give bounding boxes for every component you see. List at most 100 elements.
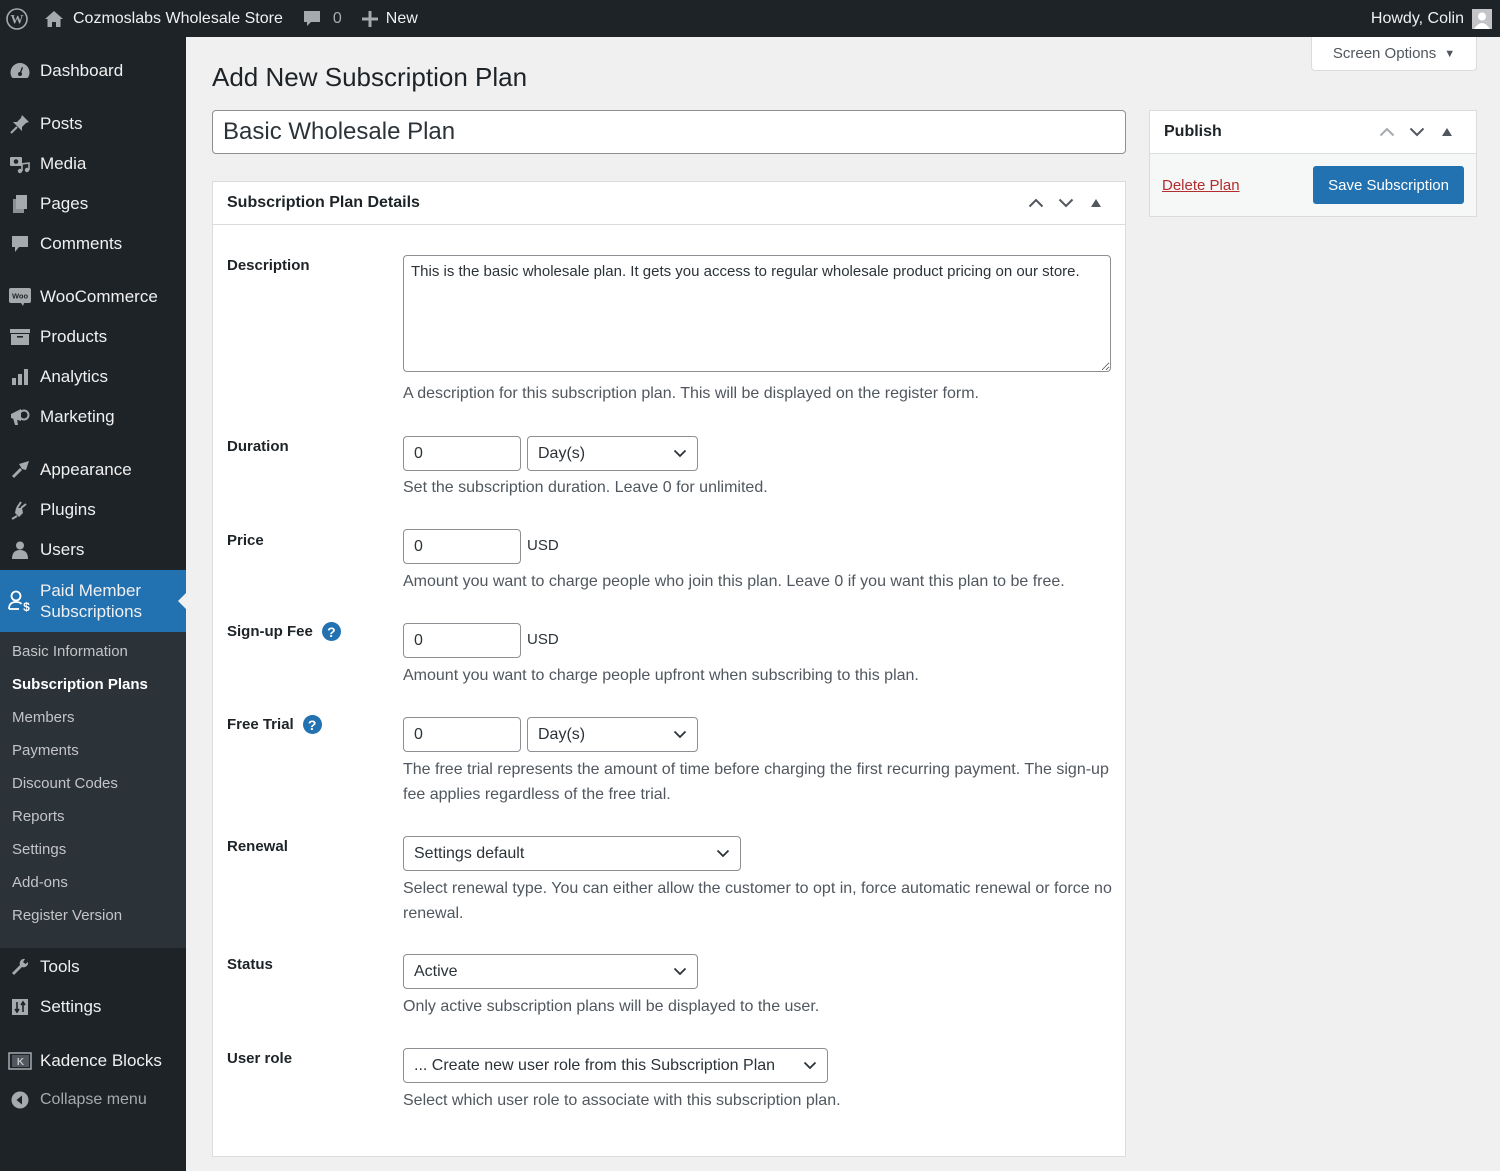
free-trial-unit-select[interactable]: Day(s) bbox=[527, 717, 698, 752]
greeting: Howdy, Colin bbox=[1370, 9, 1464, 27]
duration-unit-value: Day(s) bbox=[538, 444, 586, 462]
sidebar-item-tools[interactable]: Tools bbox=[0, 947, 186, 987]
free-trial-label: Free Trial ? bbox=[227, 715, 322, 734]
duration-unit-select[interactable]: Day(s) bbox=[527, 436, 698, 471]
sidebar-item-posts[interactable]: Posts bbox=[0, 104, 186, 144]
duration-help: Set the subscription duration. Leave 0 f… bbox=[403, 479, 768, 496]
delete-plan-link[interactable]: Delete Plan bbox=[1162, 177, 1240, 194]
move-down-button[interactable] bbox=[1051, 188, 1081, 218]
help-icon[interactable]: ? bbox=[302, 715, 322, 734]
woo-icon: Woo bbox=[0, 287, 40, 307]
wordpress-logo-icon: W bbox=[6, 7, 28, 30]
member-dollar-icon: $ bbox=[0, 589, 40, 613]
wordpress-logo-button[interactable]: W bbox=[0, 0, 36, 37]
status-select[interactable]: Active bbox=[403, 954, 698, 989]
status-help: Only active subscription plans will be d… bbox=[403, 998, 820, 1015]
sidebar-item-plugins[interactable]: Plugins bbox=[0, 490, 186, 530]
svg-text:$: $ bbox=[23, 600, 30, 613]
description-label: Description bbox=[227, 257, 310, 274]
user-role-value: ... Create new user role from this Subsc… bbox=[414, 1056, 776, 1074]
media-icon bbox=[0, 154, 40, 174]
site-name-link[interactable]: Cozmoslabs Wholesale Store bbox=[36, 0, 293, 37]
submenu-item-basic-information[interactable]: Basic Information bbox=[12, 643, 128, 660]
sliders-icon bbox=[0, 997, 40, 1017]
move-up-button[interactable] bbox=[1372, 117, 1402, 147]
triangle-up-icon bbox=[1442, 128, 1452, 136]
svg-text:K: K bbox=[17, 1057, 25, 1068]
subscription-plan-details-box: Subscription Plan Details Description A … bbox=[212, 181, 1126, 1157]
submenu-item-register-version[interactable]: Register Version bbox=[12, 907, 122, 924]
avatar bbox=[1472, 8, 1492, 29]
sidebar-item-label: Appearance bbox=[40, 460, 132, 479]
sidebar-item-label: Tools bbox=[40, 957, 80, 976]
user-role-select[interactable]: ... Create new user role from this Subsc… bbox=[403, 1048, 828, 1083]
sidebar-item-users[interactable]: Users bbox=[0, 530, 186, 570]
signup-fee-label-text: Sign-up Fee bbox=[227, 623, 313, 640]
free-trial-input[interactable] bbox=[403, 717, 521, 752]
submenu-item-reports[interactable]: Reports bbox=[12, 808, 65, 825]
site-name: Cozmoslabs Wholesale Store bbox=[73, 9, 283, 27]
status-value: Active bbox=[414, 962, 458, 980]
page-title: Add New Subscription Plan bbox=[212, 62, 528, 92]
renewal-value: Settings default bbox=[414, 844, 525, 862]
submenu-item-subscription-plans[interactable]: Subscription Plans bbox=[12, 676, 148, 693]
renewal-select[interactable]: Settings default bbox=[403, 836, 741, 871]
sidebar-item-label: Pages bbox=[40, 194, 89, 213]
sidebar-item-label: Collapse menu bbox=[40, 1091, 147, 1108]
sidebar-item-appearance[interactable]: Appearance bbox=[0, 450, 186, 490]
sidebar-item-woocommerce[interactable]: Woo WooCommerce bbox=[0, 277, 186, 317]
sidebar-item-paid-member-subscriptions[interactable]: $ Paid Member Subscriptions bbox=[0, 570, 186, 632]
move-up-button[interactable] bbox=[1021, 188, 1051, 218]
comments-link[interactable]: 0 bbox=[293, 0, 352, 37]
postbox-title: Subscription Plan Details bbox=[227, 194, 420, 211]
comment-bubble-icon bbox=[303, 10, 333, 28]
sidebar-item-marketing[interactable]: Marketing bbox=[0, 397, 186, 437]
submenu-item-members[interactable]: Members bbox=[12, 709, 75, 726]
dashboard-icon bbox=[0, 61, 40, 81]
comments-count: 0 bbox=[332, 9, 342, 27]
save-subscription-button[interactable]: Save Subscription bbox=[1313, 166, 1464, 204]
svg-text:W: W bbox=[11, 11, 24, 26]
help-icon[interactable]: ? bbox=[321, 622, 341, 641]
sidebar-item-label: Kadence Blocks bbox=[40, 1051, 162, 1070]
account-menu[interactable]: Howdy, Colin bbox=[1361, 0, 1500, 37]
duration-label: Duration bbox=[227, 438, 289, 455]
sidebar-item-products[interactable]: Products bbox=[0, 317, 186, 357]
duration-input[interactable] bbox=[403, 436, 521, 471]
toggle-panel-button[interactable] bbox=[1432, 117, 1462, 147]
description-textarea[interactable] bbox=[403, 255, 1111, 372]
sidebar-item-kadence-blocks[interactable]: K Kadence Blocks bbox=[0, 1041, 186, 1081]
comment-icon bbox=[0, 234, 40, 254]
sidebar-item-label: Dashboard bbox=[40, 61, 124, 80]
submenu-item-settings[interactable]: Settings bbox=[12, 841, 66, 858]
price-input[interactable] bbox=[403, 529, 521, 564]
svg-text:Woo: Woo bbox=[12, 292, 29, 301]
free-trial-label-text: Free Trial bbox=[227, 716, 294, 733]
plan-name-input[interactable] bbox=[212, 110, 1126, 154]
sidebar-item-analytics[interactable]: Analytics bbox=[0, 357, 186, 397]
submenu-item-payments[interactable]: Payments bbox=[12, 742, 79, 759]
renewal-help: Select renewal type. You can either allo… bbox=[403, 880, 1112, 922]
screen-options-button[interactable]: Screen Options ▼ bbox=[1311, 37, 1477, 71]
sidebar-item-label: Settings bbox=[40, 997, 102, 1016]
sidebar-item-pages[interactable]: Pages bbox=[0, 184, 186, 224]
sidebar-item-settings[interactable]: Settings bbox=[0, 987, 186, 1027]
sidebar-item-comments[interactable]: Comments bbox=[0, 224, 186, 264]
postbox-header: Publish bbox=[1150, 111, 1476, 154]
sidebar-item-media[interactable]: Media bbox=[0, 144, 186, 184]
sidebar-item-dashboard[interactable]: Dashboard bbox=[0, 51, 186, 91]
user-role-label: User role bbox=[227, 1050, 293, 1067]
new-content-button[interactable]: New bbox=[352, 0, 428, 37]
submenu-item-add-ons[interactable]: Add-ons bbox=[12, 874, 68, 891]
toggle-panel-button[interactable] bbox=[1081, 188, 1111, 218]
plug-icon bbox=[0, 500, 40, 520]
submenu-item-discount-codes[interactable]: Discount Codes bbox=[12, 775, 118, 792]
signup-fee-input[interactable] bbox=[403, 623, 521, 658]
admin-bar: W Cozmoslabs Wholesale Store 0 New Howdy… bbox=[0, 0, 1500, 37]
sidebar-item-label: Comments bbox=[40, 234, 123, 253]
move-down-button[interactable] bbox=[1402, 117, 1432, 147]
admin-sidebar: Dashboard Posts Media Pages Comments Woo… bbox=[0, 37, 186, 1171]
collapse-menu-button[interactable]: Collapse menu bbox=[0, 1080, 186, 1120]
sidebar-item-label: WooCommerce bbox=[40, 287, 158, 306]
status-label: Status bbox=[227, 956, 273, 973]
